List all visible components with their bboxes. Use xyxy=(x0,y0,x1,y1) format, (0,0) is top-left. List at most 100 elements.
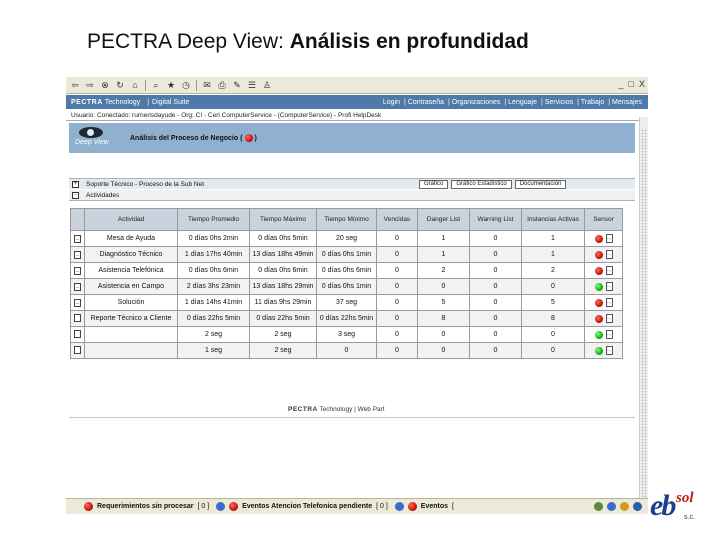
cell-tiempo-promedio: 0 días 0hs 6min xyxy=(177,262,250,279)
row-select-button[interactable]: ... xyxy=(74,298,81,307)
nav-link-services[interactable]: | Servicios xyxy=(541,99,573,106)
col-header-tiempo-promedio: Tiempo Promedio xyxy=(177,208,250,231)
collapse-toggle[interactable]: - xyxy=(72,192,79,199)
activities-table: Actividad Tiempo Promedio Tiempo Máximo … xyxy=(70,208,623,359)
table-row: ... Solución 1 días 14hs 41min 11 días 9hs … xyxy=(70,294,623,311)
status-value: [ 0 ] xyxy=(376,503,388,510)
sensor-detail-button[interactable]: ... xyxy=(605,298,613,307)
print-icon[interactable]: ⎙ xyxy=(217,80,227,90)
row-select-button[interactable]: ... xyxy=(74,234,81,243)
history-icon[interactable]: ◷ xyxy=(181,80,191,90)
sensor-detail-button[interactable]: ... xyxy=(605,234,613,243)
row-select-button[interactable] xyxy=(74,345,81,354)
sensor-green-icon xyxy=(594,346,603,355)
messenger-icon[interactable]: ♙ xyxy=(262,80,272,90)
logo-text: Deep View xyxy=(75,139,109,146)
scrollbar-thumb[interactable] xyxy=(641,129,647,499)
sensor-detail-button[interactable]: ... xyxy=(605,266,613,275)
sensor-detail-button[interactable]: ... xyxy=(605,346,613,355)
status-item-eventos[interactable]: Eventos [ xyxy=(394,502,454,511)
cell-tiempo-maximo: 0 días 22hs 5min xyxy=(249,310,317,327)
cell-tiempo-promedio: 0 días 0hs 2min xyxy=(177,230,250,247)
speaker-icon[interactable] xyxy=(607,502,616,511)
nav-link-login[interactable]: Login xyxy=(383,99,400,106)
favorites-icon[interactable]: ★ xyxy=(166,80,176,90)
sensor-red-icon xyxy=(594,266,603,275)
navbar-brand: PECTRA xyxy=(71,98,103,106)
edit-icon[interactable]: ✎ xyxy=(232,80,242,90)
sensor-detail-button[interactable]: ... xyxy=(605,250,613,259)
table-row: 1 seg 2 seg 0 0 0 0 0... xyxy=(70,342,623,359)
user-info-bar: Usuario: Conectado: rurnerisdayude - Org… xyxy=(66,110,648,121)
network-icon[interactable] xyxy=(594,502,603,511)
sensor-detail-button[interactable]: ... xyxy=(605,314,613,323)
mail-icon[interactable]: ✉ xyxy=(202,80,212,90)
minimize-button[interactable]: _ xyxy=(619,79,624,89)
cell-warning: 0 xyxy=(469,278,522,295)
col-header-danger-list: Danger List xyxy=(417,208,470,231)
paren-open: ( xyxy=(240,134,243,142)
sensor-red-icon xyxy=(594,250,603,259)
clock-icon[interactable] xyxy=(633,502,642,511)
status-item-eventos-telefonica[interactable]: Eventos Atencion Telefonica pendiente [ … xyxy=(216,502,388,511)
back-icon[interactable]: ⇦ xyxy=(70,80,80,90)
cell-sensor: ... xyxy=(584,262,623,279)
cell-vencidas: 0 xyxy=(376,278,418,295)
row-select-button[interactable] xyxy=(74,313,81,322)
close-button[interactable]: X xyxy=(639,79,645,89)
tab-grafico-estadistico[interactable]: Gráfico Estadístico xyxy=(451,180,512,189)
discuss-icon[interactable]: ☰ xyxy=(247,80,257,90)
process-label: Soporte Técnico - Proceso de la Sub Net xyxy=(86,181,205,188)
page-title-text: Análisis del Proceso de Negocio xyxy=(130,134,239,142)
vertical-scrollbar[interactable] xyxy=(639,117,648,502)
cell-tiempo-minimo: 0 xyxy=(316,342,377,359)
nav-link-work[interactable]: | Trabajo xyxy=(577,99,604,106)
tab-grafico[interactable]: Gráfico xyxy=(419,180,449,189)
tab-documentacion[interactable]: Documentación xyxy=(514,180,567,189)
toolbar-separator xyxy=(145,79,146,91)
sensor-detail-button[interactable]: ... xyxy=(605,330,613,339)
row-select-button[interactable]: ... xyxy=(74,266,81,275)
stop-icon[interactable]: ⊗ xyxy=(100,80,110,90)
navbar-product: Digital Suite xyxy=(152,98,190,106)
cell-danger: 1 xyxy=(417,246,470,263)
table-row: ... Asistencia en Campo 2 días 3hs 23min 13… xyxy=(70,278,623,295)
nav-link-password[interactable]: | Contraseña xyxy=(404,99,444,106)
row-select-button[interactable]: ... xyxy=(74,250,81,259)
logo-eb: eb xyxy=(650,489,676,522)
home-icon[interactable]: ⌂ xyxy=(130,80,140,90)
table-header-row: Actividad Tiempo Promedio Tiempo Máximo … xyxy=(70,208,623,231)
nav-link-language[interactable]: | Lenguaje xyxy=(504,99,537,106)
deep-view-logo: Deep View xyxy=(73,126,123,150)
col-header-instancias-activas: Instancias Activas xyxy=(521,208,585,231)
cell-tiempo-maximo: 2 seg xyxy=(249,326,317,343)
maximize-button[interactable]: □ xyxy=(629,79,634,89)
cell-danger: 5 xyxy=(417,294,470,311)
cell-actividad: Solución xyxy=(84,294,178,311)
cell-actividad xyxy=(84,342,178,359)
cell-warning: 0 xyxy=(469,326,522,343)
forward-icon[interactable]: ⇨ xyxy=(85,80,95,90)
cell-tiempo-minimo: 0 días 22hs 5min xyxy=(316,310,377,327)
nav-link-organizations[interactable]: | Organizaciones xyxy=(448,99,500,106)
status-item-requerimientos[interactable]: Requerimientos sin procesar [ 0 ] xyxy=(84,502,209,511)
sensor-detail-button[interactable]: ... xyxy=(605,282,613,291)
shield-icon[interactable] xyxy=(620,502,629,511)
footer-divider xyxy=(69,417,635,418)
row-select-button[interactable]: ... xyxy=(74,282,81,291)
nav-link-messages[interactable]: | Mensajes xyxy=(608,99,642,106)
logo-suffix: s.c. xyxy=(684,514,695,521)
cell-sensor: ... xyxy=(584,326,623,343)
col-header-tiempo-minimo: Tiempo Mínimo xyxy=(316,208,377,231)
cell-danger: 8 xyxy=(417,310,470,327)
search-icon[interactable]: ⌕ xyxy=(151,80,161,90)
page-title: Análisis del Proceso de Negocio ( ) xyxy=(130,134,257,142)
cell-tiempo-maximo: 11 días 9hs 29min xyxy=(249,294,317,311)
actividades-label: Actividades xyxy=(86,192,120,199)
cell-tiempo-minimo: 3 seg xyxy=(316,326,377,343)
row-select-button[interactable] xyxy=(74,329,81,338)
expand-toggle[interactable]: + xyxy=(72,181,79,188)
refresh-icon[interactable]: ↻ xyxy=(115,80,125,90)
cell-select: ... xyxy=(70,230,85,247)
status-value: [ xyxy=(452,503,454,510)
